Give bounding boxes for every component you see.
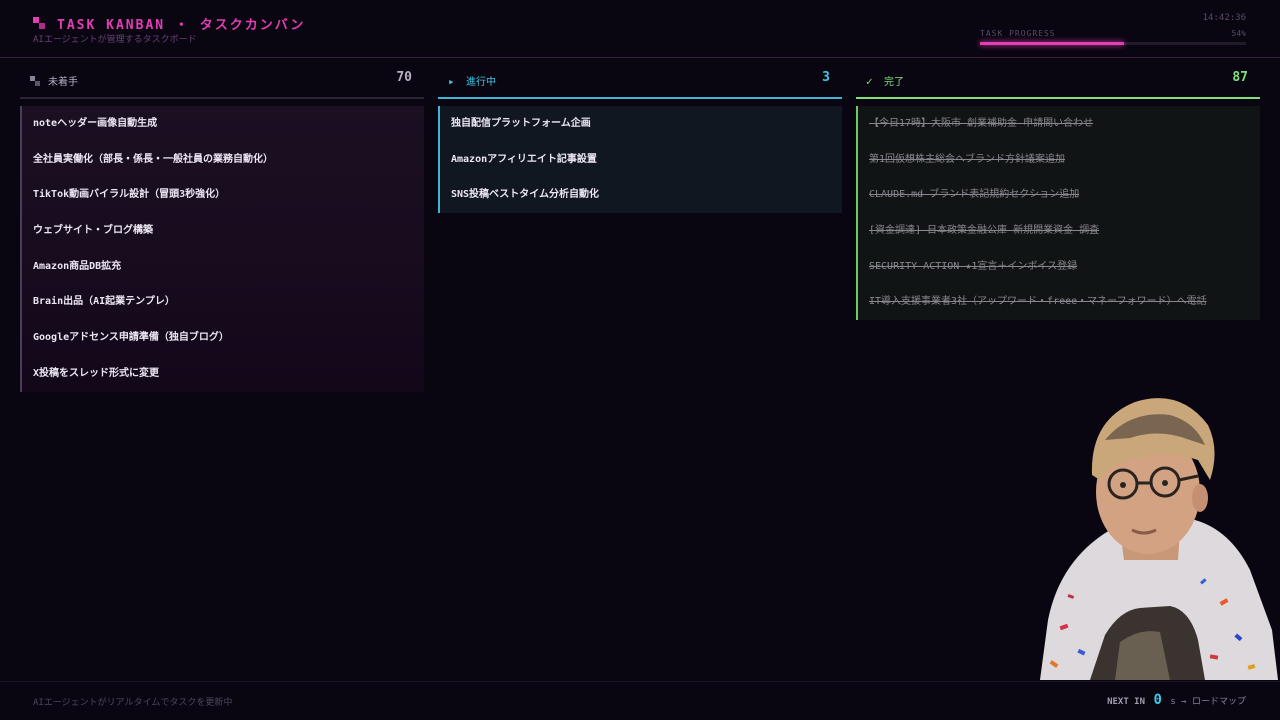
column-count: 70	[396, 70, 412, 85]
progress-bar-fill	[980, 42, 1124, 45]
progress-percent: 54%	[1231, 29, 1246, 38]
logo-icon	[33, 17, 45, 29]
column-done: ✓ 完了 87 【今日17時】大阪市 創業補助金 申請問い合わせ 第1回仮想株主…	[856, 66, 1260, 321]
column-count: 87	[1232, 70, 1248, 85]
check-icon: ✓	[866, 75, 873, 88]
task-card[interactable]: Googleアドセンス申請準備（独自ブログ）	[22, 320, 424, 356]
task-card[interactable]: ウェブサイト・ブログ構築	[22, 213, 424, 249]
task-card[interactable]: SNS投稿ベストタイム分析自動化	[440, 177, 842, 213]
task-card[interactable]: CLAUDE.md ブランド表記規約セクション追加	[858, 177, 1260, 213]
header: TASK KANBAN ・ タスクカンバン AIエージェントが管理するタスクボー…	[0, 0, 1280, 58]
presenter-image	[1040, 398, 1278, 680]
next-countdown: NEXT IN 0 s → ロードマップ	[1107, 692, 1246, 708]
column-title: 進行中	[466, 77, 496, 88]
status-text: AIエージェントがリアルタイムでタスクを更新中	[33, 698, 233, 708]
page-title: TASK KANBAN ・ タスクカンバン	[57, 18, 306, 33]
task-card[interactable]: 第1回仮想株主総会へブランド方針議案追加	[858, 142, 1260, 178]
column-header-done: ✓ 完了 87	[856, 66, 1260, 99]
footer: AIエージェントがリアルタイムでタスクを更新中 NEXT IN 0 s → ロー…	[0, 681, 1280, 720]
task-card[interactable]: noteヘッダー画像自動生成	[22, 106, 424, 142]
progress-bar	[980, 42, 1246, 45]
task-card[interactable]: [資金調達] 日本政策金融公庫 新規開業資金 調査	[858, 213, 1260, 249]
column-in-progress: ▸ 進行中 3 独自配信プラットフォーム企画 Amazonアフィリエイト記事設置…	[438, 66, 842, 214]
play-icon: ▸	[448, 75, 455, 88]
page-subtitle: AIエージェントが管理するタスクボード	[33, 35, 197, 45]
task-card[interactable]: X投稿をスレッド形式に変更	[22, 356, 424, 392]
column-todo: 未着手 70 noteヘッダー画像自動生成 全社員実働化（部長・係長・一般社員の…	[20, 66, 424, 392]
task-card[interactable]: 独自配信プラットフォーム企画	[440, 106, 842, 142]
kanban-screen: TASK KANBAN ・ タスクカンバン AIエージェントが管理するタスクボー…	[0, 0, 1280, 720]
column-header-todo: 未着手 70	[20, 66, 424, 99]
task-card[interactable]: Amazonアフィリエイト記事設置	[440, 142, 842, 178]
task-card[interactable]: IT導入支援事業者3社（アップワード・freee・マネーフォワード）へ電話	[858, 284, 1260, 320]
card-list: noteヘッダー画像自動生成 全社員実働化（部長・係長・一般社員の業務自動化） …	[20, 106, 424, 392]
task-card[interactable]: 全社員実働化（部長・係長・一般社員の業務自動化）	[22, 142, 424, 178]
next-destination: s → ロードマップ	[1170, 697, 1246, 707]
webcam-overlay	[1020, 380, 1280, 680]
task-card[interactable]: Brain出品（AI起業テンプレ）	[22, 284, 424, 320]
column-header-in-progress: ▸ 進行中 3	[438, 66, 842, 99]
column-count: 3	[822, 70, 830, 85]
task-card[interactable]: TikTok動画バイラル設計（冒頭3秒強化）	[22, 177, 424, 213]
pixel-block-icon	[30, 76, 40, 86]
card-list: 【今日17時】大阪市 創業補助金 申請問い合わせ 第1回仮想株主総会へブランド方…	[856, 106, 1260, 321]
card-list: 独自配信プラットフォーム企画 Amazonアフィリエイト記事設置 SNS投稿ベス…	[438, 106, 842, 214]
task-card[interactable]: SECURITY ACTION ★1宣言＋インボイス登録	[858, 249, 1260, 285]
column-title: 未着手	[48, 77, 78, 88]
task-card[interactable]: Amazon商品DB拡充	[22, 249, 424, 285]
task-card[interactable]: 【今日17時】大阪市 創業補助金 申請問い合わせ	[858, 106, 1260, 142]
clock: 14:42:36	[1202, 13, 1246, 23]
column-title: 完了	[884, 77, 904, 88]
countdown-number: 0	[1153, 692, 1162, 708]
progress-label: TASK PROGRESS	[980, 29, 1056, 38]
next-label: NEXT IN	[1107, 697, 1146, 707]
